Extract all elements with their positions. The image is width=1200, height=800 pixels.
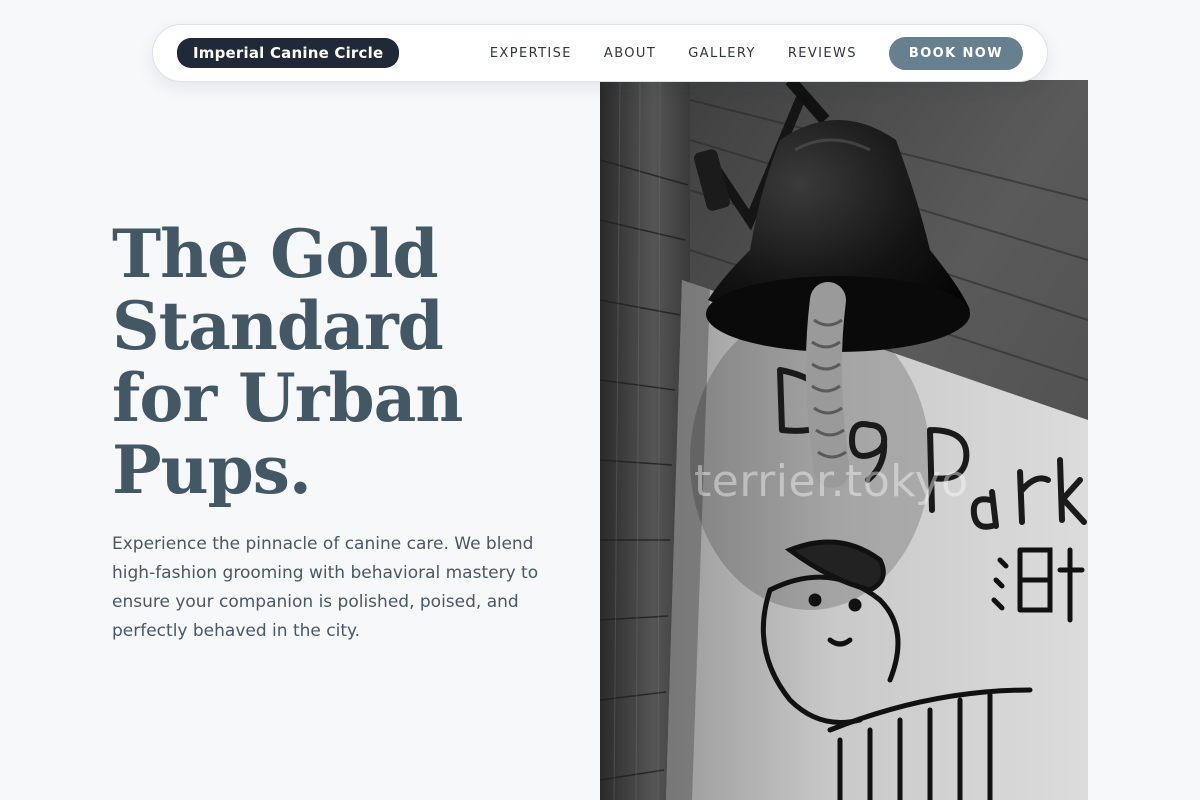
nav-links: EXPERTISE ABOUT GALLERY REVIEWS BOOK NOW — [490, 36, 1023, 70]
hero-headline: The Gold Standard for Urban Pups. — [112, 218, 582, 506]
hero-headline-line: for Urban — [112, 359, 463, 437]
photo-watermark: terrier.tokyo — [694, 456, 969, 507]
hero-photo: terrier.tokyo — [600, 80, 1088, 800]
hero-headline-line: Pups. — [112, 431, 312, 509]
page: Imperial Canine Circle EXPERTISE ABOUT G… — [0, 0, 1200, 800]
hero-headline-line: The Gold — [112, 215, 439, 293]
nav-link-expertise[interactable]: EXPERTISE — [490, 46, 572, 61]
hero-headline-line: Standard — [112, 287, 444, 365]
bell-and-sign-illustration — [600, 80, 1088, 800]
hero-description: Experience the pinnacle of canine care. … — [112, 534, 539, 641]
nav-link-about[interactable]: ABOUT — [604, 46, 656, 61]
bell-rope — [805, 282, 850, 488]
top-navigation-bar: Imperial Canine Circle EXPERTISE ABOUT G… — [152, 24, 1048, 82]
brand-logo[interactable]: Imperial Canine Circle — [177, 38, 400, 68]
nav-link-reviews[interactable]: REVIEWS — [788, 46, 857, 61]
book-now-button[interactable]: BOOK NOW — [888, 36, 1023, 70]
nav-link-gallery[interactable]: GALLERY — [688, 46, 756, 61]
